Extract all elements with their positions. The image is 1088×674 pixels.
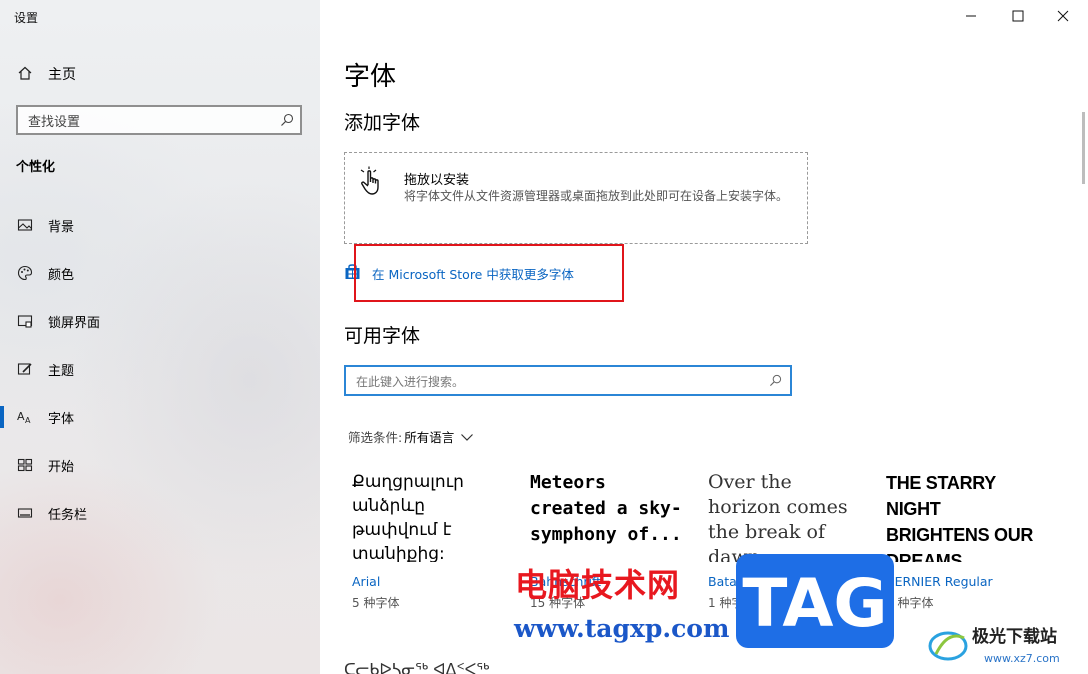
font-search-box[interactable] [344, 365, 792, 396]
watermark-logo-url: www.xz7.com [984, 652, 1060, 665]
font-preview: THE STARRY NIGHT BRIGHTENS OUR DREAMS. [886, 473, 1034, 562]
search-icon[interactable] [280, 113, 294, 127]
sidebar-item-label: 颜色 [48, 268, 75, 283]
sidebar: 设置 主页 个性化 背景 颜色 锁屏界面 [0, 0, 320, 674]
sidebar-item-label: 锁屏界面 [48, 316, 101, 331]
font-preview: Over the horizon comes the break of dawn… [708, 471, 848, 562]
window-title: 设置 [14, 11, 39, 25]
font-search-input[interactable] [354, 371, 758, 393]
font-preview: Meteors created a sky-symphony of... [530, 472, 682, 545]
font-name: BERNIER Regular [886, 574, 993, 589]
font-name: Arial [352, 574, 381, 589]
watermark-xz7-logo: 极光下载站 www.xz7.com [928, 626, 1060, 665]
filter-value[interactable]: 所有语言 [404, 427, 454, 446]
theme-brush-icon [17, 363, 32, 375]
watermark-tag-logo: TAG [736, 554, 894, 648]
filter-label: 筛选条件: [348, 430, 403, 445]
sidebar-item-fonts[interactable]: A A 字体 [0, 397, 320, 437]
sidebar-item-background[interactable]: 背景 [0, 205, 320, 245]
search-icon[interactable] [769, 374, 782, 387]
language-filter[interactable]: 筛选条件: 所有语言 [348, 427, 474, 446]
close-icon[interactable] [1040, 0, 1086, 32]
sidebar-item-lock-screen[interactable]: 锁屏界面 [0, 301, 320, 341]
settings-search-input[interactable] [26, 111, 280, 133]
font-icon: A A [17, 410, 31, 425]
font-preview-partial: ᑕᓕᑲᐅᓴᓂᖅ ᐊᐃᑉᐸᖅ [344, 660, 490, 674]
lock-screen-icon [17, 315, 33, 328]
watermark-url: www.tagxp.com [514, 614, 730, 643]
add-fonts-heading: 添加字体 [344, 112, 421, 134]
svg-text:A: A [25, 416, 31, 425]
sidebar-item-label: 主页 [48, 67, 76, 83]
sidebar-item-label: 背景 [48, 220, 75, 235]
sidebar-item-label: 任务栏 [48, 508, 88, 523]
section-title: 个性化 [16, 160, 56, 175]
sidebar-item-label: 字体 [48, 412, 75, 427]
settings-search-box[interactable] [16, 105, 302, 135]
home-icon [18, 66, 32, 80]
start-icon [17, 458, 33, 472]
palette-icon [17, 265, 33, 281]
font-card-bernier[interactable]: THE STARRY NIGHT BRIGHTENS OUR DREAMS. B… [886, 470, 1046, 620]
page-title: 字体 [344, 62, 397, 92]
main-content: 字体 添加字体 拖放以安装 将字体文件从文件资源管理器或桌面拖放到此处即可在设备… [320, 0, 1088, 674]
sidebar-item-taskbar[interactable]: 任务栏 [0, 493, 320, 533]
highlight-box [354, 244, 624, 302]
available-fonts-heading: 可用字体 [344, 325, 421, 347]
sidebar-item-label: 开始 [48, 460, 75, 475]
chevron-down-icon[interactable] [460, 432, 474, 442]
minimize-icon[interactable] [948, 0, 994, 32]
font-count: 5 种字体 [352, 596, 400, 610]
sidebar-item-label: 主题 [48, 364, 75, 379]
font-preview: Քաղցրալուր անձրևը թափվում է տանիքից: [352, 472, 464, 562]
font-card-arial[interactable]: Քաղցրալուր անձրևը թափվում է տանիքից: Ari… [352, 470, 512, 620]
drop-zone-description: 将字体文件从文件资源管理器或桌面拖放到此处即可在设备上安装字体。 [404, 189, 789, 203]
maximize-icon[interactable] [994, 0, 1040, 32]
sidebar-item-home[interactable]: 主页 [0, 58, 320, 88]
drop-zone-title: 拖放以安装 [404, 173, 470, 188]
image-icon [17, 219, 33, 231]
hand-pointer-icon [360, 166, 379, 195]
font-drop-zone[interactable]: 拖放以安装 将字体文件从文件资源管理器或桌面拖放到此处即可在设备上安装字体。 [344, 152, 808, 244]
scrollbar-thumb[interactable] [1082, 112, 1085, 184]
watermark-site-name: 电脑技术网 [515, 566, 681, 604]
watermark-logo-text: 极光下载站 [972, 626, 1057, 647]
sidebar-item-colors[interactable]: 颜色 [0, 253, 320, 293]
svg-text:A: A [17, 410, 25, 423]
taskbar-icon [17, 508, 33, 518]
sidebar-item-themes[interactable]: 主题 [0, 349, 320, 389]
sidebar-item-start[interactable]: 开始 [0, 445, 320, 485]
watermark-tag-text: TAG [742, 565, 887, 642]
